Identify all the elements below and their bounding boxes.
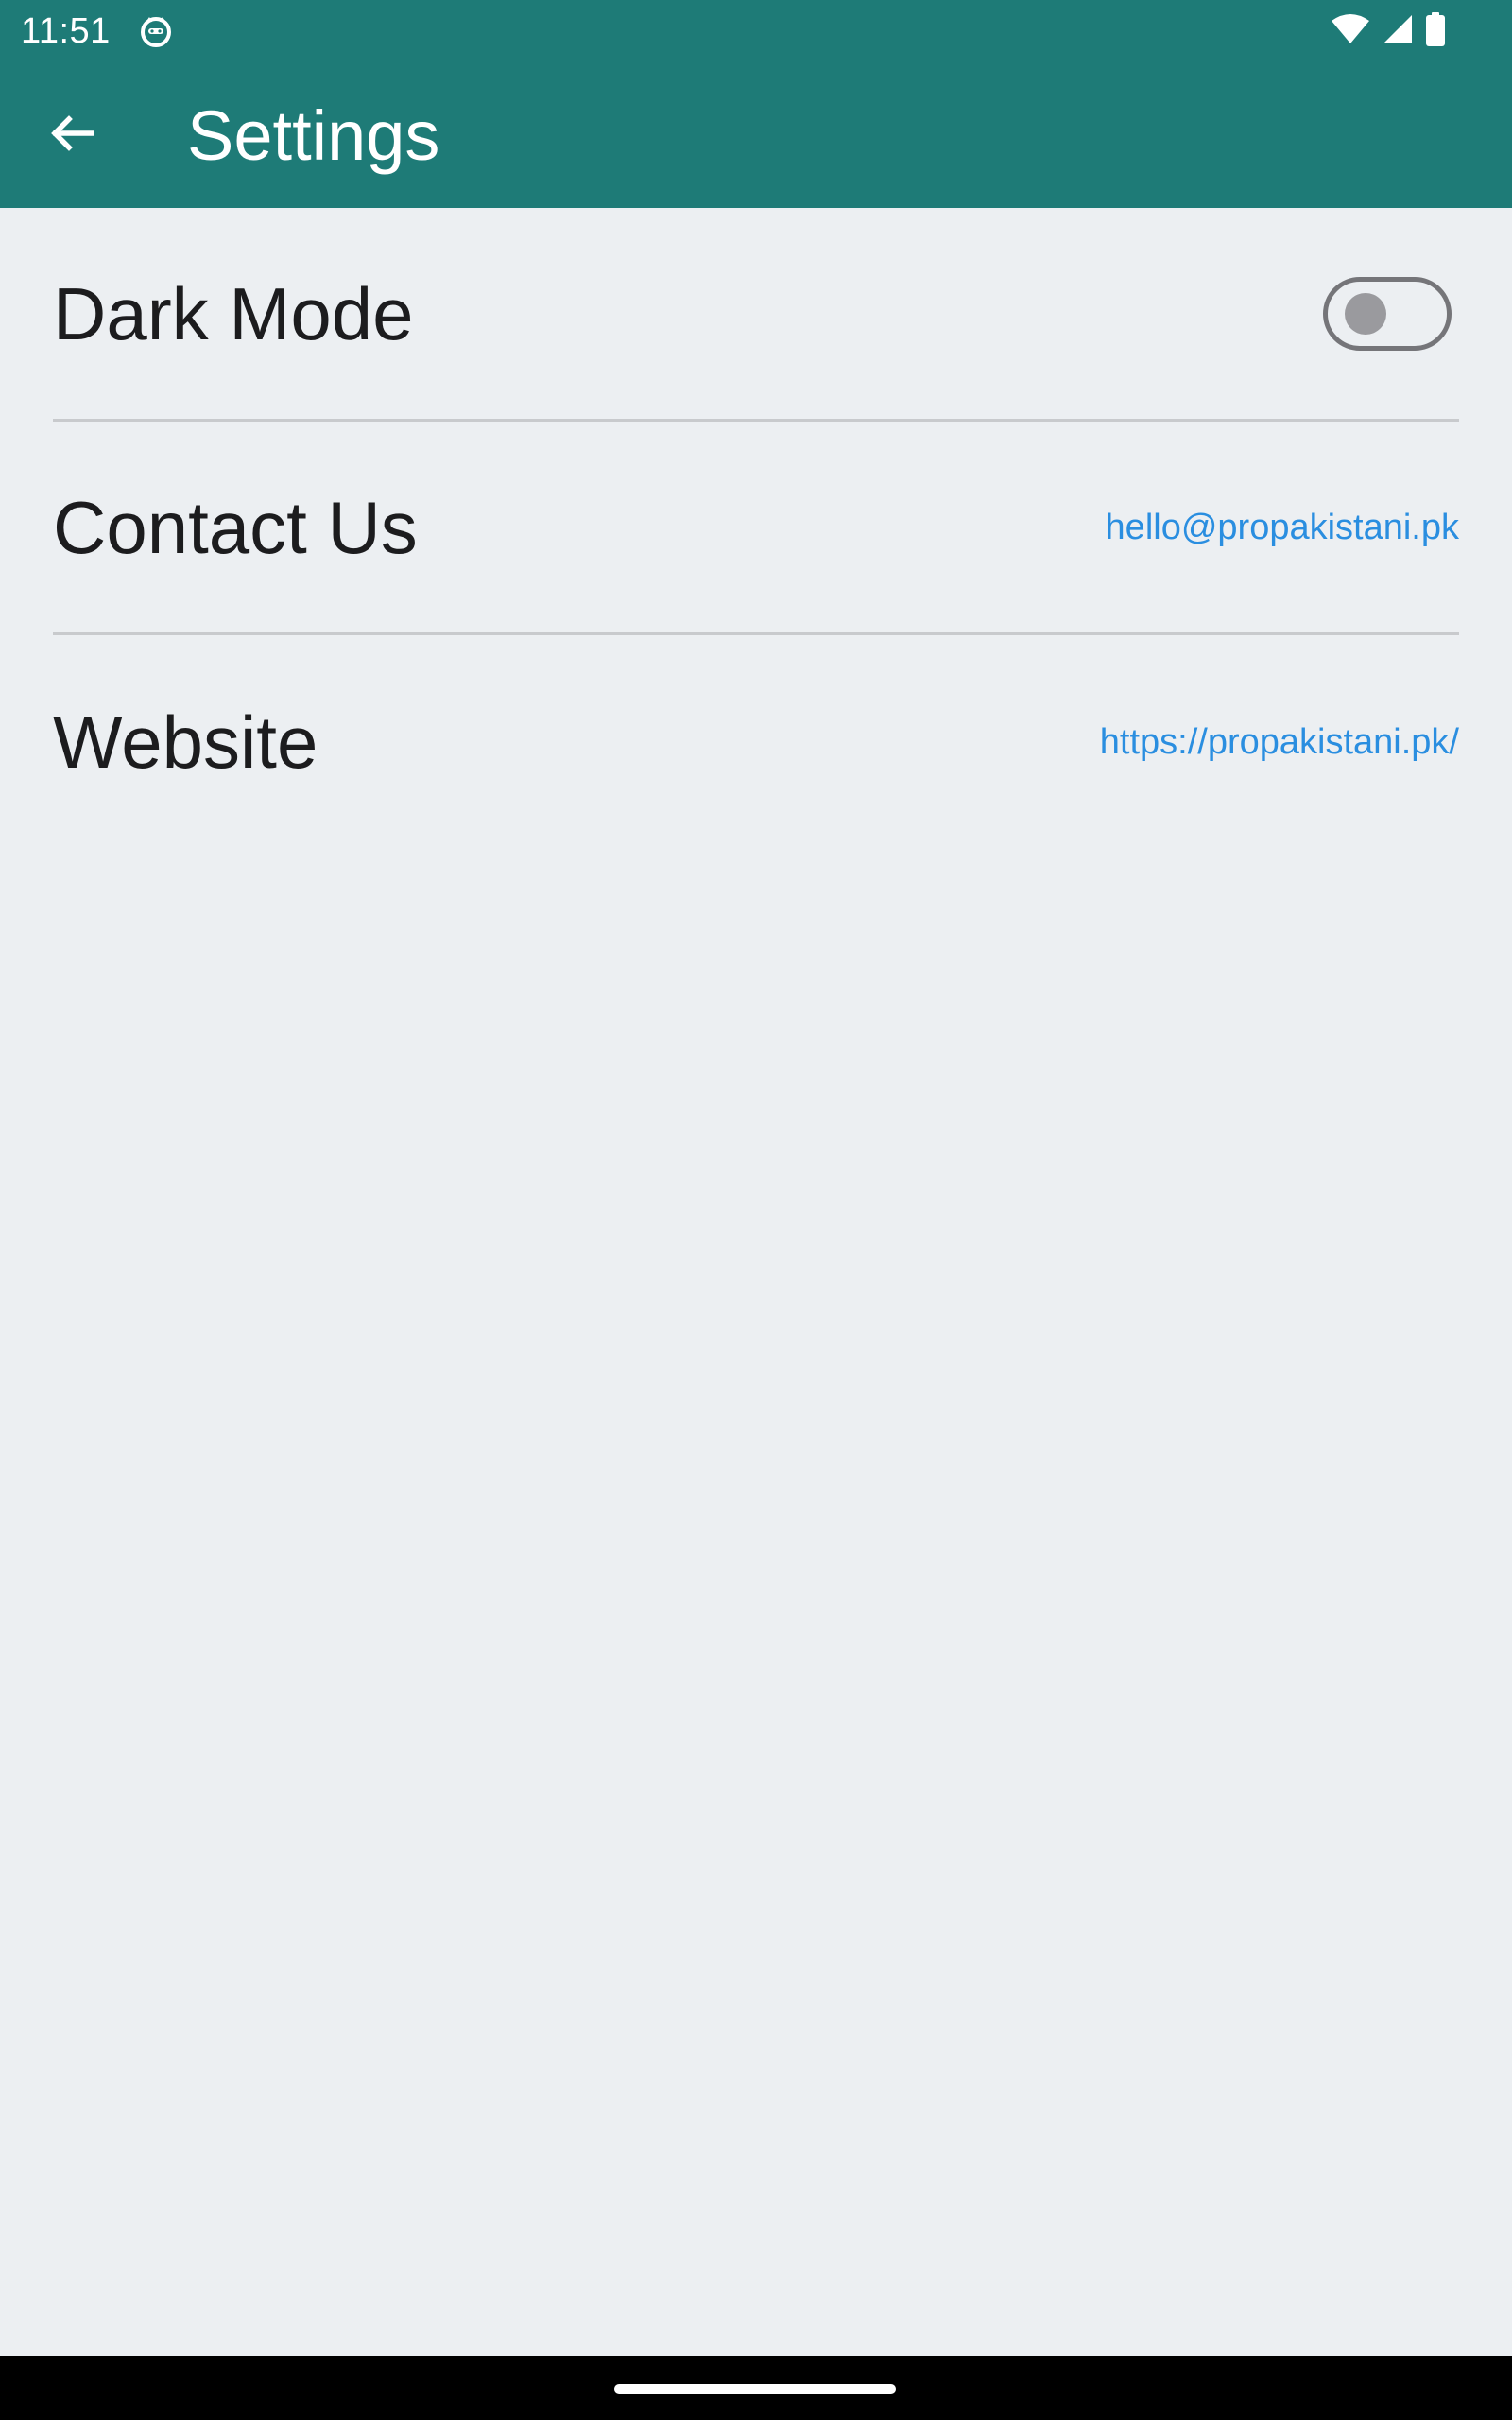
dark-mode-row: Dark Mode	[53, 208, 1459, 422]
website-link[interactable]: https://propakistani.pk/	[1100, 720, 1459, 764]
signal-icon	[1382, 13, 1414, 50]
toggle-knob	[1345, 292, 1386, 335]
status-time: 11:51	[21, 11, 111, 51]
contact-us-label: Contact Us	[53, 485, 418, 569]
battery-icon	[1425, 11, 1446, 51]
navigation-bar	[0, 2356, 1512, 2420]
contact-us-row: Contact Us hello@propakistani.pk	[53, 422, 1459, 635]
back-button[interactable]	[34, 97, 110, 173]
dark-mode-label: Dark Mode	[53, 271, 414, 355]
arrow-left-icon	[48, 110, 95, 162]
cat-icon	[138, 13, 174, 49]
website-label: Website	[53, 700, 318, 784]
contact-email-link[interactable]: hello@propakistani.pk	[1106, 506, 1459, 549]
dark-mode-toggle[interactable]	[1323, 276, 1452, 351]
website-row: Website https://propakistani.pk/	[53, 635, 1459, 849]
app-bar: Settings	[0, 62, 1512, 208]
page-title: Settings	[187, 96, 440, 175]
settings-screen: 11:51 Settings Dark Mode Contact Us hell…	[0, 0, 1512, 2420]
status-bar: 11:51	[0, 0, 1512, 62]
settings-list: Dark Mode Contact Us hello@propakistani.…	[53, 208, 1459, 849]
wifi-icon	[1331, 13, 1370, 50]
status-icons	[1331, 11, 1446, 51]
home-gesture-handle[interactable]	[614, 2384, 896, 2394]
